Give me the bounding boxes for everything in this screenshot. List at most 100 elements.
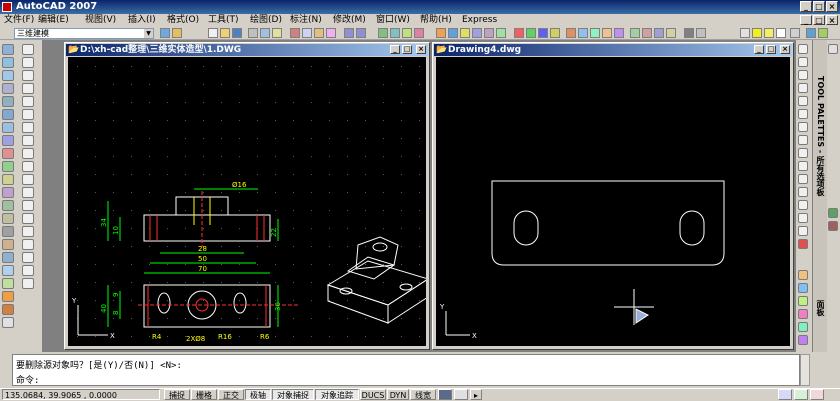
- layer-manager-icon[interactable]: [684, 28, 694, 38]
- ucs-origin-icon[interactable]: [526, 28, 536, 38]
- hatch-icon[interactable]: [22, 226, 34, 237]
- walk-icon[interactable]: [798, 296, 808, 306]
- camera-icon[interactable]: [798, 322, 808, 332]
- print-icon[interactable]: [248, 28, 258, 38]
- revision-cloud-icon[interactable]: [22, 135, 34, 146]
- subtract-icon[interactable]: [2, 200, 14, 211]
- chevron-down-icon[interactable]: ▼: [144, 29, 153, 38]
- menu-view[interactable]: 视图(V): [85, 14, 116, 26]
- extend-icon[interactable]: [798, 174, 808, 184]
- open-file-icon[interactable]: [220, 28, 230, 38]
- union-icon[interactable]: [2, 187, 14, 198]
- offset-icon[interactable]: [798, 83, 808, 93]
- doc-minimize-button[interactable]: _: [800, 15, 812, 25]
- workspace-save-icon[interactable]: [172, 28, 182, 38]
- zoom-realtime-icon[interactable]: [390, 28, 400, 38]
- box-icon[interactable]: [2, 44, 14, 55]
- snap-toggle[interactable]: 捕捉: [164, 389, 190, 400]
- sheet-set-icon[interactable]: [472, 28, 482, 38]
- layer-freeze-icon[interactable]: [764, 28, 774, 38]
- arc-icon[interactable]: [22, 109, 34, 120]
- lock-toolbar-icon[interactable]: [778, 389, 792, 400]
- win2-minimize-button[interactable]: _: [754, 45, 764, 54]
- communication-center-icon[interactable]: [810, 389, 824, 400]
- loft-icon[interactable]: [2, 174, 14, 185]
- drawing-2-canvas[interactable]: Y X: [436, 57, 790, 346]
- zoom-window-icon[interactable]: [402, 28, 412, 38]
- workspace-select[interactable]: 三维建模 ▼: [14, 28, 154, 39]
- circle-icon[interactable]: [22, 122, 34, 133]
- tool-palettes-strip[interactable]: TOOL PALETTES - 所有选项板 面板: [812, 40, 827, 352]
- pan-icon[interactable]: [378, 28, 388, 38]
- iso-view-icon[interactable]: [614, 28, 624, 38]
- mirror-icon[interactable]: [798, 70, 808, 80]
- calculator-icon[interactable]: [496, 28, 506, 38]
- command-prompt[interactable]: 命令:: [16, 373, 39, 386]
- ucs-icon[interactable]: [514, 28, 524, 38]
- rotate-icon[interactable]: [798, 122, 808, 132]
- break-icon[interactable]: [798, 187, 808, 197]
- palette-tab-icon-2[interactable]: [828, 221, 838, 231]
- layer-color-icon[interactable]: [776, 28, 786, 38]
- drawing-window-1-title-bar[interactable]: 📂 D:\xh-cad整理\三维实体造型\1.DWG _ □ ×: [66, 44, 428, 56]
- win1-minimize-button[interactable]: _: [390, 45, 400, 54]
- cut-icon[interactable]: [290, 28, 300, 38]
- light-icon[interactable]: [798, 335, 808, 345]
- menu-edit[interactable]: 编辑(E): [38, 14, 69, 26]
- explode-icon[interactable]: [798, 239, 808, 249]
- doc-restore-button[interactable]: □: [813, 15, 825, 25]
- ducs-toggle[interactable]: DUCS: [360, 389, 386, 400]
- join-icon[interactable]: [798, 200, 808, 210]
- stretch-icon[interactable]: [798, 148, 808, 158]
- menu-dimension[interactable]: 标注(N): [290, 14, 322, 26]
- ucs-object-icon[interactable]: [550, 28, 560, 38]
- markup-icon[interactable]: [484, 28, 494, 38]
- status-more-icon[interactable]: ▸: [470, 389, 482, 400]
- polygon-icon[interactable]: [22, 83, 34, 94]
- rectangle-icon[interactable]: [22, 96, 34, 107]
- layer-previous-icon[interactable]: [740, 28, 750, 38]
- spline-icon[interactable]: [22, 148, 34, 159]
- grid-toggle[interactable]: 栅格: [191, 389, 217, 400]
- fillet-icon[interactable]: [798, 226, 808, 236]
- render-icon[interactable]: [642, 28, 652, 38]
- clean-screen-icon[interactable]: [794, 389, 808, 400]
- win1-close-button[interactable]: ×: [416, 45, 426, 54]
- pyramid-icon[interactable]: [2, 122, 14, 133]
- top-view-icon[interactable]: [578, 28, 588, 38]
- point-icon[interactable]: [22, 213, 34, 224]
- materials-icon[interactable]: [666, 28, 676, 38]
- torus-icon[interactable]: [2, 109, 14, 120]
- lineweight-toggle[interactable]: 线宽: [410, 389, 436, 400]
- cylinder-icon[interactable]: [2, 70, 14, 81]
- layer-select-icon[interactable]: [790, 28, 800, 38]
- palette-close-icon[interactable]: [828, 44, 838, 54]
- coordinate-readout[interactable]: 135.0684, 39.9065 , 0.0000: [2, 389, 160, 400]
- win1-maximize-button[interactable]: □: [402, 45, 412, 54]
- polyline-icon[interactable]: [22, 70, 34, 81]
- properties-icon[interactable]: [436, 28, 446, 38]
- gradient-icon[interactable]: [22, 239, 34, 250]
- named-views-icon[interactable]: [566, 28, 576, 38]
- array-icon[interactable]: [798, 96, 808, 106]
- menu-modify[interactable]: 修改(M): [333, 14, 366, 26]
- drawing-window-2-title-bar[interactable]: 📂 Drawing4.dwg _ □ ×: [434, 44, 792, 56]
- otrack-toggle[interactable]: 对象追踪: [315, 389, 359, 400]
- match-properties-icon[interactable]: [326, 28, 336, 38]
- menu-format[interactable]: 格式(O): [167, 14, 199, 26]
- shell-icon[interactable]: [2, 291, 14, 302]
- insert-block-icon[interactable]: [22, 187, 34, 198]
- ellipse-icon[interactable]: [22, 161, 34, 172]
- scale-icon[interactable]: [798, 135, 808, 145]
- intersect-icon[interactable]: [2, 213, 14, 224]
- construction-line-icon[interactable]: [22, 57, 34, 68]
- drawing-window-2[interactable]: 📂 Drawing4.dwg _ □ × Y X: [432, 42, 794, 350]
- workspace-settings-icon[interactable]: [160, 28, 170, 38]
- sweep-icon[interactable]: [2, 161, 14, 172]
- mtext-icon[interactable]: [22, 278, 34, 289]
- thicken-icon[interactable]: [2, 252, 14, 263]
- menu-file[interactable]: 文件(F): [4, 14, 34, 26]
- zoom-previous-icon[interactable]: [414, 28, 424, 38]
- paste-icon[interactable]: [314, 28, 324, 38]
- plot-preview-icon[interactable]: [260, 28, 270, 38]
